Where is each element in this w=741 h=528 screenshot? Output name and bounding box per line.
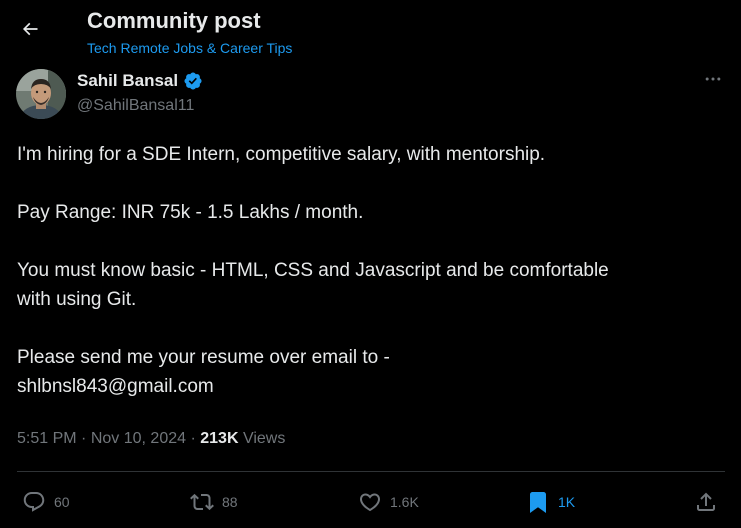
repost-button[interactable]: 88	[190, 484, 238, 520]
page-title: Community post	[87, 8, 261, 33]
bookmark-icon	[526, 490, 550, 514]
more-button[interactable]	[697, 65, 729, 97]
post-line: shlbnsl843@gmail.com	[17, 376, 214, 397]
reply-count: 60	[54, 494, 70, 510]
post-line: with using Git.	[17, 289, 137, 310]
like-button[interactable]: 1.6K	[358, 484, 419, 520]
avatar[interactable]	[16, 69, 66, 119]
post-date[interactable]: Nov 10, 2024	[91, 430, 186, 447]
post-time[interactable]: 5:51 PM	[17, 430, 77, 447]
back-button[interactable]	[12, 13, 48, 49]
author-handle[interactable]: @SahilBansal11	[77, 96, 194, 116]
post-meta: 5:51 PM · Nov 10, 2024 · 213K Views	[17, 428, 285, 450]
verified-badge-icon	[183, 71, 203, 91]
author-name[interactable]: Sahil Bansal	[77, 70, 203, 92]
like-icon	[358, 490, 382, 514]
repost-count: 88	[222, 494, 238, 510]
post-text: I'm hiring for a SDE Intern, competitive…	[17, 140, 717, 401]
share-icon	[694, 490, 718, 514]
views-label: Views	[242, 430, 286, 447]
author-name-text: Sahil Bansal	[77, 71, 179, 90]
back-arrow-icon	[20, 19, 40, 44]
repost-icon	[190, 490, 214, 514]
more-icon	[703, 69, 723, 94]
views-count[interactable]: 213K	[200, 430, 238, 447]
bookmark-button[interactable]: 1K	[526, 484, 575, 520]
post-line: Please send me your resume over email to…	[17, 347, 390, 368]
reply-icon	[22, 490, 46, 514]
bookmark-count: 1K	[558, 494, 576, 510]
post-line: I'm hiring for a SDE Intern, competitive…	[17, 144, 546, 165]
community-link[interactable]: Tech Remote Jobs & Career Tips	[87, 39, 292, 57]
post-line: Pay Range: INR 75k - 1.5 Lakhs / month.	[17, 202, 364, 223]
divider	[17, 471, 725, 472]
meta-separator: ·	[81, 430, 87, 447]
page-header: Community post Tech Remote Jobs & Career…	[0, 0, 741, 62]
action-bar: 60 88 1.6K 1K	[0, 484, 741, 520]
like-count: 1.6K	[390, 494, 419, 510]
share-button[interactable]	[694, 484, 718, 520]
post-line: You must know basic - HTML, CSS and Java…	[17, 260, 609, 281]
meta-separator: ·	[190, 430, 196, 447]
reply-button[interactable]: 60	[22, 484, 70, 520]
